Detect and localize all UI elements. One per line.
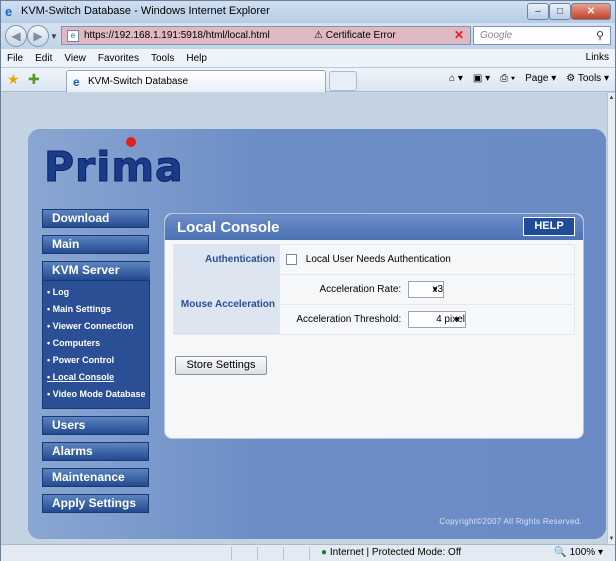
certificate-error-label: Certificate Error [325, 30, 396, 41]
auth-checkbox-label[interactable]: Local User Needs Authentication [306, 254, 451, 265]
mouse-acceleration-label: Mouse Acceleration [173, 274, 280, 335]
sub-label: Video Mode Database [52, 389, 146, 399]
back-button[interactable]: ◀ [5, 25, 27, 47]
search-placeholder: Google [480, 30, 513, 41]
browser-window: e KVM-Switch Database - Windows Internet… [0, 0, 616, 561]
sidebar-sub-local-console[interactable]: • Local Console [47, 370, 149, 387]
menu-help[interactable]: Help [186, 53, 207, 64]
sidebar-sub-video-mode-database[interactable]: • Video Mode Database [47, 387, 149, 404]
accel-threshold-label: Acceleration Threshold: [296, 314, 402, 326]
sidebar-sub-log[interactable]: • Log [47, 285, 149, 302]
new-tab-button[interactable] [329, 71, 357, 91]
sidebar-item-apply-settings[interactable]: Apply Settings [42, 494, 149, 513]
accel-rate-select[interactable]: x3 ▼ [408, 281, 444, 298]
menu-bar: File Edit View Favorites Tools Help Link… [1, 49, 615, 68]
menu-favorites[interactable]: Favorites [98, 53, 139, 64]
sidebar-sub-main-settings[interactable]: • Main Settings [47, 302, 149, 319]
chevron-down-icon: ▼ [431, 285, 439, 294]
store-settings-button[interactable]: Store Settings [175, 356, 267, 375]
close-button[interactable]: ✕ [571, 3, 611, 20]
help-button[interactable]: HELP [523, 217, 575, 236]
accel-rate-label: Acceleration Rate: [319, 284, 402, 296]
vertical-scrollbar[interactable]: ▲ ▼ [607, 93, 615, 544]
auth-checkbox[interactable] [286, 253, 297, 265]
page-icon: e [67, 30, 79, 42]
main-panel: Prima Download Main KVM Server • Log • M… [28, 129, 606, 539]
address-toolbar: ◀ ▶ ▼ e https://192.168.1.191:5918/html/… [1, 23, 615, 49]
sub-label: Viewer Connection [52, 321, 134, 331]
favorites-star-icon[interactable]: ★ [7, 71, 20, 88]
sidebar-sub-power-control[interactable]: • Power Control [47, 353, 149, 370]
tab-kvm-switch[interactable]: e KVM-Switch Database [66, 70, 326, 92]
tab-label: KVM-Switch Database [88, 76, 189, 87]
scroll-up-icon[interactable]: ▲ [608, 95, 615, 101]
tools-menu-label: Tools [577, 73, 602, 84]
maximize-button[interactable]: □ [549, 3, 571, 20]
sub-label: Main Settings [52, 304, 112, 314]
menu-view[interactable]: View [64, 53, 86, 64]
sub-label: Local Console [52, 372, 115, 382]
zoom-level: 100% [569, 547, 596, 558]
sub-label: Power Control [52, 355, 115, 365]
address-field[interactable]: e https://192.168.1.191:5918/html/local.… [61, 26, 471, 45]
sub-label: Computers [52, 338, 101, 348]
globe-icon: ● [321, 547, 328, 558]
history-dropdown-icon[interactable]: ▼ [50, 32, 58, 41]
page-title: Local Console [177, 219, 280, 236]
sub-label: Log [52, 287, 70, 297]
sidebar-sub-viewer-connection[interactable]: • Viewer Connection [47, 319, 149, 336]
sidebar-item-alarms[interactable]: Alarms [42, 442, 149, 461]
feeds-icon[interactable]: ▣ ▾ [473, 73, 490, 84]
local-console-card: Local Console HELP Authentication Local … [164, 213, 584, 439]
security-zone[interactable]: ● Internet | Protected Mode: Off [321, 547, 461, 558]
ie-logo-icon: e [5, 4, 13, 19]
menu-edit[interactable]: Edit [35, 53, 52, 64]
prima-logo: Prima [44, 137, 184, 192]
logo-dot [126, 137, 136, 147]
print-icon[interactable]: ⎙ ▾ [500, 73, 515, 84]
accel-threshold-select[interactable]: 4 pixel ▼ [408, 311, 466, 328]
search-icon[interactable]: ⚲ [596, 29, 604, 42]
sidebar-item-download[interactable]: Download [42, 209, 149, 228]
forward-button[interactable]: ▶ [27, 25, 49, 47]
links-menu[interactable]: Links [586, 52, 609, 63]
home-icon[interactable]: ⌂ ▾ [449, 73, 463, 84]
kvm-server-group: KVM Server • Log • Main Settings • Viewe… [42, 261, 150, 409]
page-menu[interactable]: Page ▾ [525, 73, 556, 84]
menu-tools[interactable]: Tools [151, 53, 174, 64]
sidebar-item-users[interactable]: Users [42, 416, 149, 435]
url-text[interactable]: https://192.168.1.191:5918/html/local.ht… [84, 30, 270, 41]
page-menu-label: Page [525, 73, 549, 84]
sidebar-nav: Download Main KVM Server • Log • Main Se… [42, 209, 150, 520]
sidebar-item-kvm-server[interactable]: KVM Server [43, 262, 150, 281]
logo-text: Prima [44, 143, 184, 192]
status-bar: ● Internet | Protected Mode: Off 🔍 100% … [1, 544, 615, 561]
search-input[interactable]: Google ⚲ [473, 26, 611, 45]
zoom-control[interactable]: 🔍 100% ▾ [554, 547, 603, 558]
minimize-button[interactable]: – [527, 3, 549, 20]
page-content: Prima Download Main KVM Server • Log • M… [1, 93, 607, 544]
stop-icon[interactable]: ✕ [454, 28, 464, 42]
copyright-text: Copyright©2007 All Rights Reserved. [439, 517, 582, 526]
authentication-label: Authentication [173, 244, 280, 275]
sidebar-item-main[interactable]: Main [42, 235, 149, 254]
add-favorites-icon[interactable]: ✚ [28, 71, 40, 88]
sidebar-item-maintenance[interactable]: Maintenance [42, 468, 149, 487]
favorites-bar: ★ ✚ e KVM-Switch Database ⌂ ▾ ▣ ▾ ⎙ ▾ Pa… [1, 68, 615, 92]
title-bar: e KVM-Switch Database - Windows Internet… [1, 1, 615, 23]
scroll-down-icon[interactable]: ▼ [608, 536, 615, 542]
chevron-down-icon: ▼ [453, 315, 461, 324]
certificate-error-badge[interactable]: ⚠ Certificate Error [314, 30, 396, 41]
tab-ie-icon: e [73, 75, 80, 89]
menu-file[interactable]: File [7, 53, 23, 64]
settings-table: Authentication Local User Needs Authenti… [173, 244, 575, 335]
zone-label: Internet | Protected Mode: Off [329, 547, 462, 558]
tools-menu[interactable]: ⚙ Tools ▾ [566, 73, 609, 84]
window-title: KVM-Switch Database - Windows Internet E… [21, 5, 270, 17]
sidebar-sub-computers[interactable]: • Computers [47, 336, 149, 353]
